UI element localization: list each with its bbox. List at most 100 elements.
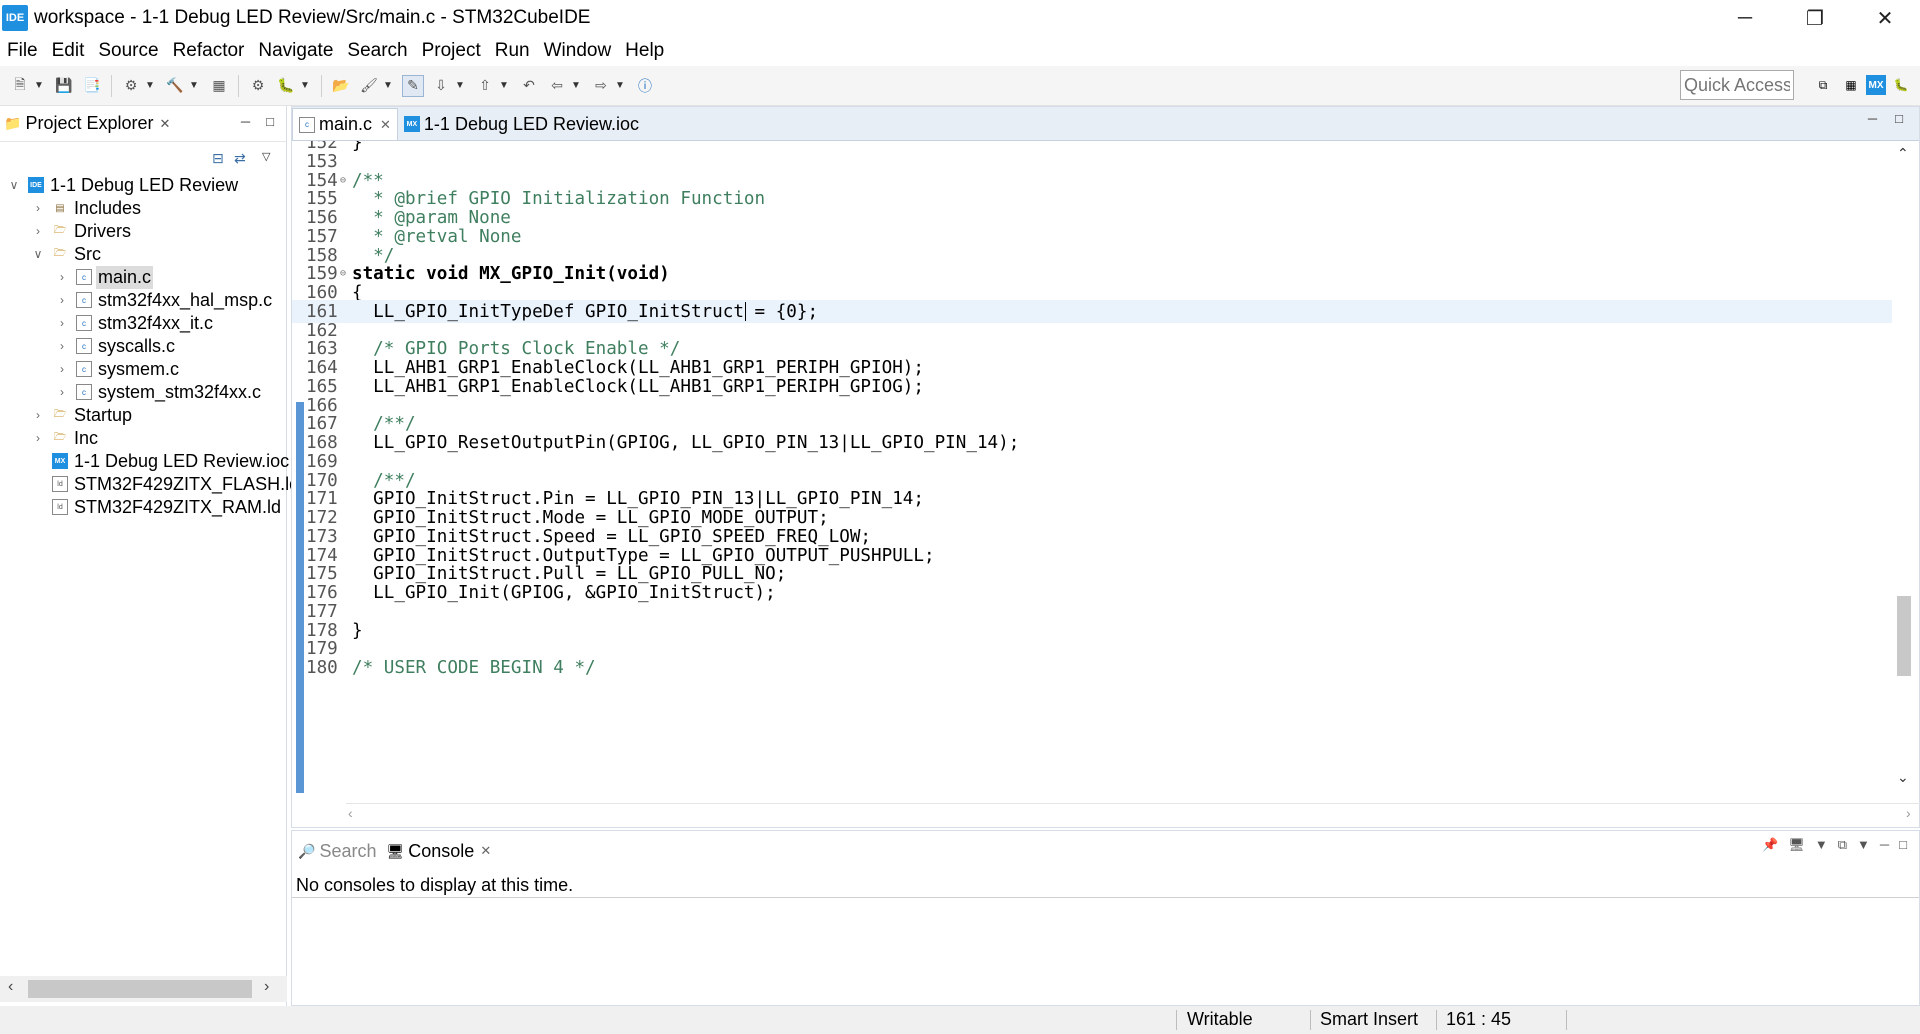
highlight-toggle-icon[interactable]: ✎ xyxy=(402,74,424,97)
back-icon[interactable]: ⇦ xyxy=(546,75,568,97)
new-icon[interactable]: 🗎 xyxy=(9,75,31,97)
project-explorer-title[interactable]: Project Explorer xyxy=(25,113,153,134)
close-window-button[interactable]: ✕ xyxy=(1850,0,1920,36)
manage-configurations-icon[interactable]: ⚙ xyxy=(120,75,142,97)
menu-refactor[interactable]: Refactor xyxy=(166,40,252,62)
horizontal-scrollbar[interactable]: ‹ › xyxy=(0,976,287,1002)
chevron-down-icon[interactable]: ∨ xyxy=(6,178,22,192)
chevron-right-icon[interactable]: › xyxy=(30,224,46,238)
maximize-view-icon[interactable]: □ xyxy=(266,114,274,129)
line-number: 180 xyxy=(306,657,338,678)
menu-help[interactable]: Help xyxy=(618,40,671,62)
back-dropdown-icon[interactable]: ▼ xyxy=(571,80,583,91)
open-console-dropdown-icon[interactable]: ▼ xyxy=(1857,837,1870,853)
scrollbar-thumb[interactable] xyxy=(1897,596,1911,676)
build-dropdown-icon[interactable]: ▼ xyxy=(189,80,201,91)
editor-panel: c main.c ✕ MX 1-1 Debug LED Review.ioc ─… xyxy=(291,106,1920,828)
prev-annotation-icon[interactable]: ⇧ xyxy=(474,75,496,97)
menu-project[interactable]: Project xyxy=(415,40,488,62)
chevron-down-icon[interactable]: ∨ xyxy=(30,247,46,261)
open-console-icon[interactable]: ⧉ xyxy=(1838,837,1847,853)
fold-icon[interactable]: ⊖ xyxy=(340,175,346,186)
menu-run[interactable]: Run xyxy=(488,40,537,62)
save-icon[interactable]: 💾 xyxy=(53,75,75,97)
folder-icon: 🗁 xyxy=(53,431,67,443)
config-dropdown-icon[interactable]: ▼ xyxy=(145,80,157,91)
perspective-switcher: ⧉ ▦ MX 🐛 xyxy=(1808,72,1914,98)
open-perspective-icon[interactable]: ⧉ xyxy=(1810,72,1836,98)
close-icon[interactable]: ✕ xyxy=(160,116,171,132)
forward-dropdown-icon[interactable]: ▼ xyxy=(615,80,627,91)
scroll-left-icon[interactable]: ‹ xyxy=(8,978,13,996)
device-config-icon[interactable]: ⚙ xyxy=(247,75,269,97)
pin-console-icon[interactable]: 📌 xyxy=(1762,837,1778,853)
chevron-right-icon[interactable]: › xyxy=(30,431,46,445)
display-console-icon[interactable]: 🖥 xyxy=(1788,837,1805,853)
debug-dropdown-icon[interactable]: ▼ xyxy=(300,80,312,91)
console-icon: 🖥 xyxy=(386,842,405,859)
tab-console[interactable]: 🖥 Console ✕ xyxy=(380,835,495,867)
fold-icon[interactable]: ⊖ xyxy=(340,268,346,279)
brush-dropdown-icon[interactable]: ▼ xyxy=(383,80,395,91)
chevron-right-icon[interactable]: › xyxy=(54,316,70,330)
chevron-right-icon[interactable]: › xyxy=(54,293,70,307)
display-console-dropdown-icon[interactable]: ▼ xyxy=(1815,837,1828,853)
close-tab-icon[interactable]: ✕ xyxy=(380,117,391,133)
scroll-right-icon[interactable]: › xyxy=(264,978,269,996)
c-perspective-icon[interactable]: ▦ xyxy=(1838,72,1864,98)
code-line[interactable]: 180 /* USER CODE BEGIN 4 */ xyxy=(292,656,1892,679)
tree-item-ram-ld[interactable]: ld STM32F429ZITX_RAM.ld xyxy=(46,494,283,520)
minimize-view-icon[interactable]: ─ xyxy=(1868,111,1877,126)
scroll-left-icon[interactable]: ‹ xyxy=(348,805,353,821)
close-tab-icon[interactable]: ✕ xyxy=(480,843,491,859)
tab-ioc[interactable]: MX 1-1 Debug LED Review.ioc xyxy=(398,108,645,140)
forward-icon[interactable]: ⇨ xyxy=(590,75,612,97)
prev-annotation-dropdown-icon[interactable]: ▼ xyxy=(499,80,511,91)
maximize-view-icon[interactable]: □ xyxy=(1899,837,1907,853)
view-menu-icon[interactable]: ▽ xyxy=(262,150,270,163)
minimize-button[interactable]: ─ xyxy=(1710,0,1780,36)
chevron-right-icon[interactable]: › xyxy=(54,385,70,399)
quick-access-input[interactable] xyxy=(1680,70,1794,100)
menu-edit[interactable]: Edit xyxy=(45,40,92,62)
menu-window[interactable]: Window xyxy=(537,40,619,62)
chevron-right-icon[interactable]: › xyxy=(54,339,70,353)
menu-search[interactable]: Search xyxy=(340,40,414,62)
scroll-down-icon[interactable]: ⌄ xyxy=(1897,769,1909,786)
scroll-up-icon[interactable]: ⌃ xyxy=(1897,145,1909,162)
chevron-right-icon[interactable]: › xyxy=(54,362,70,376)
chevron-right-icon[interactable]: › xyxy=(54,270,70,284)
menu-file[interactable]: File xyxy=(0,40,45,62)
build-hammer-icon[interactable]: 🔨 xyxy=(164,75,186,97)
maximize-view-icon[interactable]: □ xyxy=(1895,111,1903,126)
build-all-icon[interactable]: ▦ xyxy=(208,75,230,97)
minimize-view-icon[interactable]: ─ xyxy=(1880,837,1889,853)
chevron-right-icon[interactable]: › xyxy=(30,408,46,422)
save-all-icon[interactable]: 📑 xyxy=(81,75,103,97)
last-edit-icon[interactable]: ↶ xyxy=(518,75,540,97)
scroll-right-icon[interactable]: › xyxy=(1906,805,1911,821)
menu-source[interactable]: Source xyxy=(91,40,165,62)
mx-perspective-icon[interactable]: MX xyxy=(1866,75,1886,95)
next-annotation-icon[interactable]: ⇩ xyxy=(430,75,452,97)
chevron-right-icon[interactable]: › xyxy=(30,201,46,215)
info-icon[interactable]: ⓘ xyxy=(634,75,656,97)
tab-search[interactable]: 🔎 Search xyxy=(292,835,380,867)
next-annotation-dropdown-icon[interactable]: ▼ xyxy=(455,80,467,91)
new-dropdown-icon[interactable]: ▼ xyxy=(34,80,46,91)
scrollbar-thumb[interactable] xyxy=(28,980,252,998)
vertical-scrollbar[interactable]: ⌃ ⌄ xyxy=(1893,141,1915,793)
collapse-all-icon[interactable]: ⊟ xyxy=(212,150,224,167)
tab-main-c[interactable]: c main.c ✕ xyxy=(292,108,398,140)
menu-navigate[interactable]: Navigate xyxy=(251,40,340,62)
open-folder-icon[interactable]: 📂 xyxy=(330,75,352,97)
editor-horizontal-scrollbar[interactable]: ‹ › xyxy=(346,803,1920,825)
restore-button[interactable]: ❐ xyxy=(1780,0,1850,36)
debug-icon[interactable]: 🐛 xyxy=(275,75,297,97)
code-editor[interactable]: 152} 153 154 ⊖/** 155 * @brief GPIO Initi… xyxy=(292,141,1919,793)
link-editor-icon[interactable]: ⇄ xyxy=(234,150,246,167)
minimize-view-icon[interactable]: ─ xyxy=(241,114,250,129)
brush-icon[interactable]: 🖌 xyxy=(358,75,380,97)
toolbar-separator xyxy=(238,74,239,97)
debug-perspective-icon[interactable]: 🐛 xyxy=(1888,72,1914,98)
